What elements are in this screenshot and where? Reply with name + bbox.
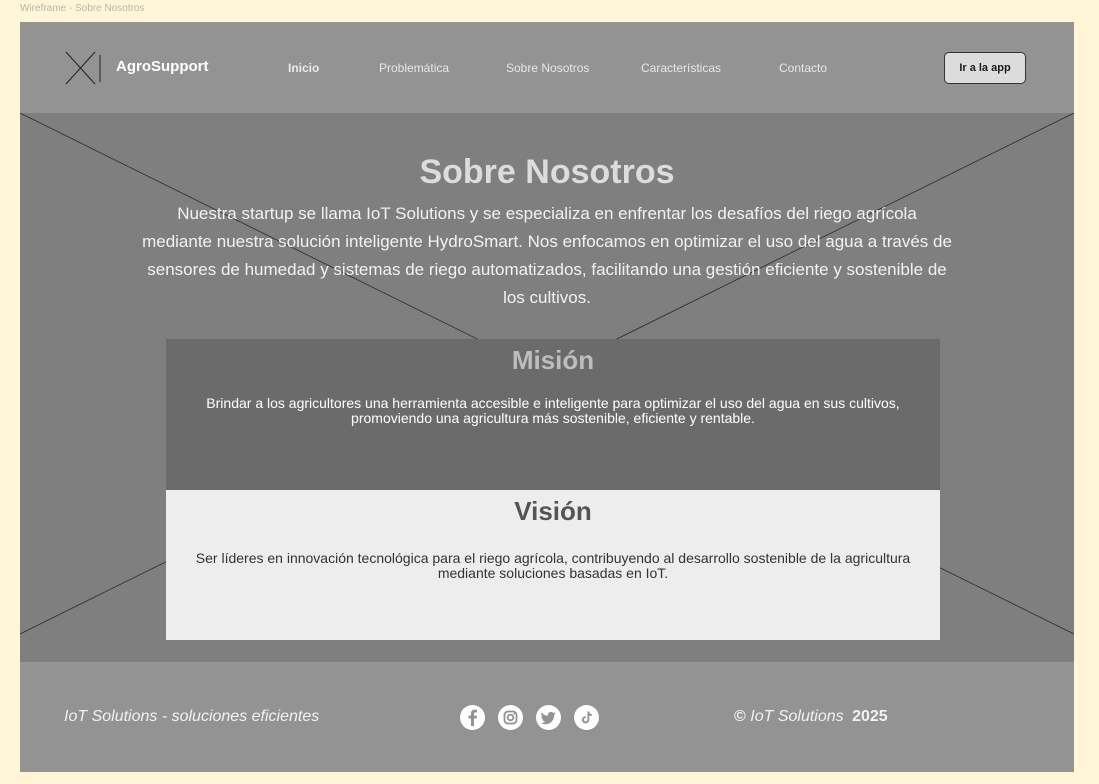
site-footer: IoT Solutions - soluciones eficientes © … [20, 662, 1074, 772]
vision-text: Ser líderes en innovación tecnológica pa… [195, 550, 911, 581]
twitter-icon[interactable] [536, 705, 561, 730]
nav-item-problematica[interactable]: Problemática [379, 61, 449, 75]
copyright-company: IoT Solutions [750, 708, 844, 725]
vision-card: Visión Ser líderes en innovación tecnoló… [166, 490, 940, 640]
mission-title: Misión [511, 345, 595, 375]
tiktok-icon[interactable] [574, 705, 599, 730]
x-placeholder-icon[interactable] [65, 51, 102, 85]
vision-title: Visión [514, 496, 592, 526]
page-frame: AgroSupport Inicio Problemática Sobre No… [20, 22, 1074, 772]
nav-item-contacto[interactable]: Contacto [779, 61, 827, 75]
facebook-icon[interactable] [460, 705, 485, 730]
site-header: AgroSupport Inicio Problemática Sobre No… [20, 22, 1074, 113]
mission-card: Misión Brindar a los agricultores una he… [166, 339, 940, 490]
go-to-app-button[interactable]: Ir a la app [944, 52, 1026, 84]
copyright-year: 2025 [852, 708, 888, 725]
brand-name[interactable]: AgroSupport [116, 58, 208, 75]
about-description: Nuestra startup se llama IoT Solutions y… [142, 204, 952, 307]
nav-item-inicio[interactable]: Inicio [288, 61, 319, 75]
copyright-notice: © IoT Solutions 2025 [734, 708, 888, 726]
footer-tagline: IoT Solutions - soluciones eficientes [64, 708, 320, 725]
frame-label: Wireframe - Sobre Nosotros [20, 3, 145, 14]
nav-item-caracteristicas[interactable]: Características [641, 61, 721, 75]
mission-text: Brindar a los agricultores una herramien… [206, 395, 900, 426]
copyright-symbol: © [734, 708, 746, 725]
nav-item-sobre-nosotros[interactable]: Sobre Nosotros [506, 61, 589, 75]
instagram-icon[interactable] [498, 705, 523, 730]
about-hero: Sobre Nosotros Nuestra startup se llama … [20, 113, 1074, 662]
page-title: Sobre Nosotros [419, 153, 675, 191]
